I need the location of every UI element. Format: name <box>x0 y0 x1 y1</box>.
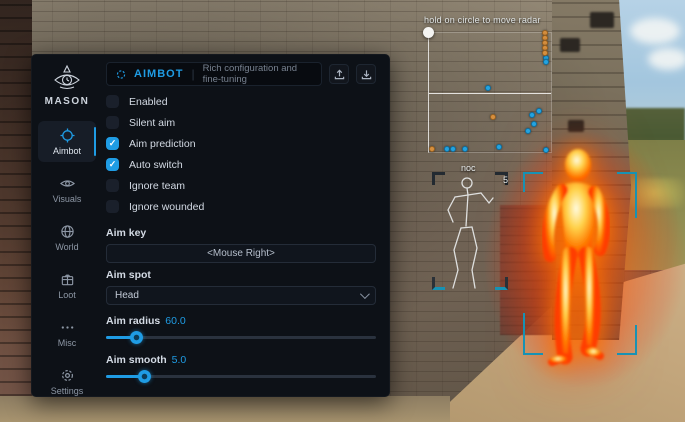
sidebar-item-label: Aimbot <box>53 146 81 156</box>
sidebar-item-label: Loot <box>58 290 76 300</box>
checkbox-aim-prediction[interactable]: Aim prediction <box>106 137 376 150</box>
radar-dot-orange <box>542 50 548 56</box>
slider-track <box>106 336 376 339</box>
slider-handle[interactable] <box>138 370 151 383</box>
player-esp-box <box>523 172 637 355</box>
aim-radius-slider[interactable] <box>106 331 376 344</box>
radar-drag-handle[interactable] <box>423 27 434 38</box>
esp-corner <box>523 172 543 192</box>
download-icon <box>361 69 372 80</box>
aim-spot-select[interactable]: Head <box>106 286 376 305</box>
page-title: AIMBOT <box>134 68 183 80</box>
checkbox-group: Enabled Silent aim Aim prediction Auto s… <box>106 95 376 221</box>
sidebar: MASON Aimbot Visuals World <box>32 55 102 396</box>
import-config-button[interactable] <box>356 64 376 84</box>
sidebar-item-misc[interactable]: Misc <box>38 313 96 354</box>
page-subtitle: Rich configuration and fine-tuning <box>203 63 312 85</box>
radar-dot-orange <box>490 114 496 120</box>
checkbox-label: Aim prediction <box>129 138 196 150</box>
globe-icon <box>60 224 75 239</box>
sidebar-item-aimbot[interactable]: Aimbot <box>38 121 96 162</box>
brand-logo: MASON <box>45 63 90 107</box>
slider-label: Aim smooth <box>106 354 167 366</box>
esp-corner <box>617 325 637 355</box>
radar-hint-text: hold on circle to move radar <box>424 15 541 25</box>
aim-smooth-slider[interactable] <box>106 370 376 383</box>
checkbox-box <box>106 116 119 129</box>
radar-widget <box>428 32 552 153</box>
radar-dot-blue <box>543 59 549 65</box>
checkbox-box <box>106 179 119 192</box>
panel-header: AIMBOT | Rich configuration and fine-tun… <box>106 62 376 86</box>
esp-corner <box>617 172 637 218</box>
game-screen: noc 5 hold on circle to move radar <box>0 0 685 422</box>
mason-eye-logo-icon <box>52 63 82 93</box>
checkbox-label: Enabled <box>129 96 168 108</box>
radar-dot-orange <box>429 146 435 152</box>
radar-dot-blue <box>543 147 549 153</box>
checkbox-ignore-team[interactable]: Ignore team <box>106 179 376 192</box>
aim-spot-value: Head <box>115 290 360 301</box>
radar-dot-blue <box>529 112 535 118</box>
upload-icon <box>334 69 345 80</box>
sidebar-item-world[interactable]: World <box>38 217 96 258</box>
cheat-menu-panel: MASON Aimbot Visuals World <box>31 54 390 397</box>
sidebar-item-label: Settings <box>51 386 84 396</box>
checkbox-label: Auto switch <box>129 159 183 171</box>
crosshair-icon <box>60 128 75 143</box>
aim-radius-slider-block: Aim radius 60.0 <box>106 314 376 344</box>
checkbox-box <box>106 200 119 213</box>
checkbox-label: Silent aim <box>129 117 175 129</box>
slider-value: 60.0 <box>165 315 185 327</box>
chevron-down-icon <box>360 289 370 299</box>
sidebar-item-label: Visuals <box>53 194 82 204</box>
esp-corner <box>523 313 543 355</box>
scope-circle-icon <box>116 68 126 81</box>
export-config-button[interactable] <box>329 64 349 84</box>
gear-icon <box>60 368 75 383</box>
aim-key-label: Aim key <box>106 227 376 239</box>
skeleton-esp <box>432 170 508 292</box>
checkbox-label: Ignore team <box>129 180 185 192</box>
radar-dot-blue <box>450 146 456 152</box>
checkbox-silent-aim[interactable]: Silent aim <box>106 116 376 129</box>
radar-dot-blue <box>525 128 531 134</box>
aim-smooth-slider-block: Aim smooth 5.0 <box>106 353 376 383</box>
header-separator: | <box>191 67 194 81</box>
checkbox-label: Ignore wounded <box>129 201 204 213</box>
ellipsis-icon <box>60 320 75 335</box>
radar-dot-blue <box>536 108 542 114</box>
slider-handle[interactable] <box>130 331 143 344</box>
checkbox-enabled[interactable]: Enabled <box>106 95 376 108</box>
checkbox-ignore-wounded[interactable]: Ignore wounded <box>106 200 376 213</box>
loot-box-icon <box>60 272 75 287</box>
header-title-bar: AIMBOT | Rich configuration and fine-tun… <box>106 62 322 86</box>
checkbox-box <box>106 137 119 150</box>
aim-key-button[interactable]: <Mouse Right> <box>106 244 376 263</box>
sidebar-item-label: World <box>55 242 78 252</box>
sidebar-item-label: Misc <box>58 338 77 348</box>
radar-dot-blue <box>531 121 537 127</box>
eye-icon <box>60 176 75 191</box>
radar-dot-blue <box>485 85 491 91</box>
slider-label: Aim radius <box>106 315 160 327</box>
brand-name: MASON <box>45 96 90 107</box>
checkbox-box <box>106 158 119 171</box>
sidebar-item-visuals[interactable]: Visuals <box>38 169 96 210</box>
checkbox-box <box>106 95 119 108</box>
radar-dot-blue <box>462 146 468 152</box>
checkbox-auto-switch[interactable]: Auto switch <box>106 158 376 171</box>
panel-content: AIMBOT | Rich configuration and fine-tun… <box>102 55 389 396</box>
sidebar-item-loot[interactable]: Loot <box>38 265 96 306</box>
aim-spot-label: Aim spot <box>106 269 376 281</box>
sidebar-item-settings[interactable]: Settings <box>38 361 96 402</box>
radar-horizon-line <box>429 93 551 94</box>
slider-value: 5.0 <box>172 354 187 366</box>
radar-dot-blue <box>496 144 502 150</box>
